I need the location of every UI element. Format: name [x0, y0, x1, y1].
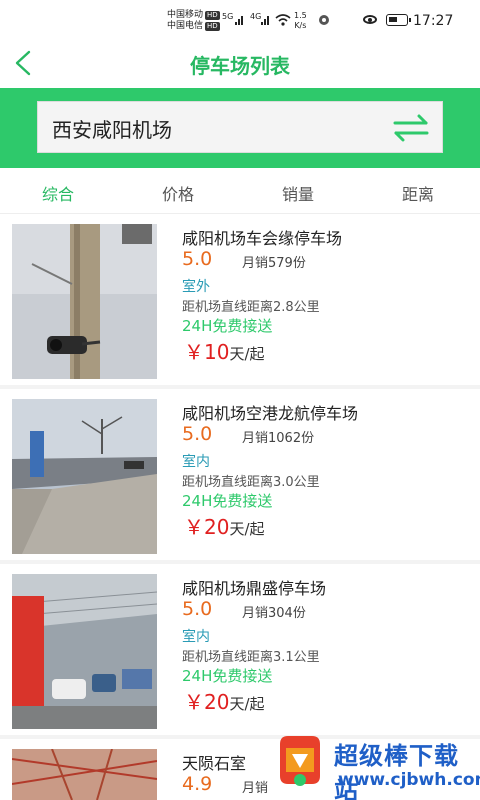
price: ￥20天/起 [184, 511, 265, 540]
price: ￥20天/起 [184, 686, 265, 715]
tab-price[interactable]: 价格 [162, 181, 194, 205]
page-title: 停车场列表 [190, 54, 290, 78]
parking-list: 咸阳机场车会缘停车场 5.0 月销579份 室外 距机场直线距离2.8公里 24… [0, 214, 480, 800]
airport-distance: 距机场直线距离3.0公里 [182, 475, 320, 490]
shuttle-service: 24H免费接送 [182, 317, 273, 335]
nav-bar: 停车场列表 [0, 38, 480, 88]
list-item[interactable]: 咸阳机场空港龙航停车场 5.0 月销1062份 室内 距机场直线距离3.0公里 … [0, 389, 480, 560]
parking-name: 咸阳机场鼎盛停车场 [182, 579, 327, 598]
parking-name: 咸阳机场车会缘停车场 [182, 229, 343, 248]
net-speed-value: 1.5 [294, 11, 307, 20]
swap-icon[interactable] [392, 114, 430, 142]
net-speed-unit: K/s [294, 21, 307, 30]
download-logo-icon [280, 736, 320, 786]
price: ￥10天/起 [184, 336, 265, 365]
rating: 4.9 [182, 773, 213, 795]
parking-photo [12, 749, 157, 800]
location-type: 室内 [182, 629, 210, 645]
tab-comprehensive[interactable]: 综合 [42, 181, 74, 205]
rating: 5.0 [182, 423, 213, 445]
wifi-icon [275, 14, 291, 26]
watermark-title: 超级棒下载站 [334, 742, 459, 800]
hd-badge-1: HD [205, 11, 220, 20]
watermark: 超级棒下载站 www.cjbwh.com [272, 730, 480, 800]
monthly-sales: 月销 [242, 781, 269, 796]
list-item[interactable]: 咸阳机场鼎盛停车场 5.0 月销304份 室内 距机场直线距离3.1公里 24H… [0, 564, 480, 735]
monthly-sales: 月销1062份 [242, 431, 315, 446]
shuttle-service: 24H免费接送 [182, 667, 273, 685]
parking-photo [12, 399, 157, 554]
search-input[interactable]: 西安咸阳机场 [37, 101, 443, 153]
location-type: 室外 [182, 279, 210, 295]
price-amount: 10 [204, 340, 230, 364]
signal-bars-icon [235, 16, 243, 25]
price-unit: 天/起 [229, 520, 265, 538]
status-bar: 中国移动 HD 中国电信 HD 5G 4G 1.5 K/s 17:27 [0, 0, 480, 38]
location-type: 室内 [182, 454, 210, 470]
hd-badge-2: HD [205, 22, 220, 31]
rating: 5.0 [182, 598, 213, 620]
battery-icon [386, 14, 411, 26]
price-unit: 天/起 [229, 695, 265, 713]
carrier-1: 中国移动 [167, 10, 204, 20]
rating: 5.0 [182, 248, 213, 270]
net-speed: 1.5 K/s [294, 11, 307, 31]
carrier-info: 中国移动 HD 中国电信 HD [167, 10, 220, 32]
tab-sales[interactable]: 销量 [282, 181, 314, 205]
price-amount: 20 [204, 690, 230, 714]
airport-distance: 距机场直线距离2.8公里 [182, 300, 320, 315]
sort-tabs: 综合 价格 销量 距离 [0, 168, 480, 214]
price-symbol: ￥ [184, 690, 204, 714]
monthly-sales: 月销304份 [242, 606, 306, 621]
status-time: 17:27 [413, 13, 454, 29]
search-input-value: 西安咸阳机场 [52, 118, 172, 142]
price-unit: 天/起 [229, 345, 265, 363]
signal-bars-icon-2 [261, 16, 269, 25]
eye-icon [363, 15, 377, 24]
airport-distance: 距机场直线距离3.1公里 [182, 650, 320, 665]
signal-4g-label: 4G [250, 12, 262, 21]
watermark-url: www.cjbwh.com [338, 770, 480, 790]
shuttle-service: 24H免费接送 [182, 492, 273, 510]
list-item[interactable]: 咸阳机场车会缘停车场 5.0 月销579份 室外 距机场直线距离2.8公里 24… [0, 214, 480, 385]
price-amount: 20 [204, 515, 230, 539]
parking-photo [12, 574, 157, 729]
parking-name: 天陨石室 [182, 754, 247, 773]
parking-photo [12, 224, 157, 379]
price-symbol: ￥ [184, 515, 204, 539]
tab-distance[interactable]: 距离 [402, 181, 434, 205]
price-symbol: ￥ [184, 340, 204, 364]
parking-name: 咸阳机场空港龙航停车场 [182, 404, 359, 423]
monthly-sales: 月销579份 [242, 256, 306, 271]
carrier-2: 中国电信 [167, 21, 204, 31]
signal-5g-label: 5G [222, 12, 234, 21]
notification-icon [319, 15, 329, 25]
search-band: 西安咸阳机场 [0, 88, 480, 168]
